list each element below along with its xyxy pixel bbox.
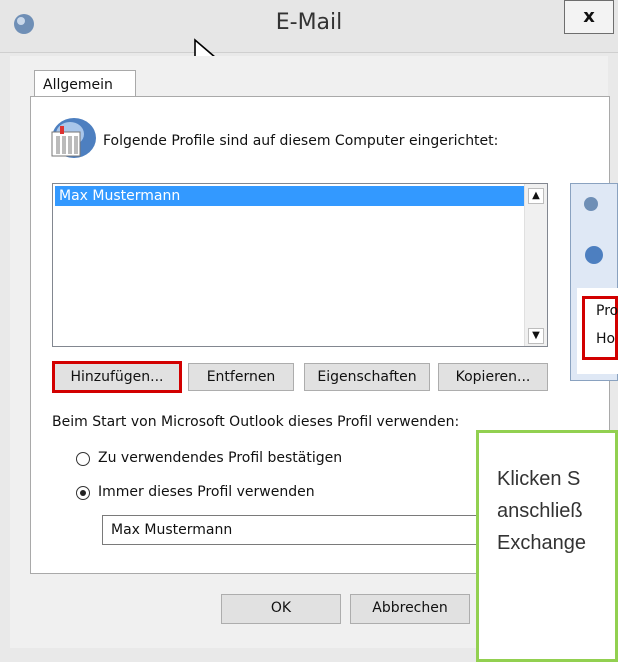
profile-select[interactable]: Max Mustermann [102, 515, 482, 545]
startup-label: Beim Start von Microsoft Outlook dieses … [52, 414, 460, 430]
add-button[interactable]: Hinzufügen... [52, 361, 182, 393]
secondary-dialog-profile-icon [585, 246, 603, 264]
radio-always-use-profile[interactable] [76, 486, 90, 500]
scroll-up-arrow-icon[interactable]: ▲ [528, 188, 544, 204]
close-button[interactable]: x [564, 0, 614, 34]
radio-always-label[interactable]: Immer dieses Profil verwenden [98, 484, 315, 500]
ok-button[interactable]: OK [221, 594, 341, 624]
callout-text-2: anschließ [497, 500, 583, 522]
copy-button[interactable]: Kopieren... [438, 363, 548, 391]
window-title: E-Mail [275, 10, 343, 35]
secondary-dialog-icon [584, 197, 598, 211]
secondary-dialog-text-1: Pro [596, 303, 618, 319]
callout-text-1: Klicken S [497, 468, 581, 490]
radio-confirm-label[interactable]: Zu verwendendes Profil bestätigen [98, 450, 342, 466]
radio-confirm-profile[interactable] [76, 452, 90, 466]
callout-text-3: Exchange [497, 532, 586, 554]
profiles-description: Folgende Profile sind auf diesem Compute… [103, 133, 499, 149]
profiles-list[interactable]: Max Mustermann ▲ ▼ [52, 183, 548, 347]
mail-profiles-icon [51, 118, 96, 158]
scroll-down-arrow-icon[interactable]: ▼ [528, 328, 544, 344]
list-scrollbar[interactable]: ▲ ▼ [524, 184, 547, 346]
title-bar: E-Mail x [0, 0, 618, 53]
remove-button[interactable]: Entfernen [188, 363, 294, 391]
properties-button[interactable]: Eigenschaften [304, 363, 430, 391]
cancel-button[interactable]: Abbrechen [350, 594, 470, 624]
secondary-dialog-text-2: Ho [596, 331, 616, 347]
tab-allgemein[interactable]: Allgemein [34, 70, 136, 98]
list-item[interactable]: Max Mustermann [55, 186, 525, 206]
